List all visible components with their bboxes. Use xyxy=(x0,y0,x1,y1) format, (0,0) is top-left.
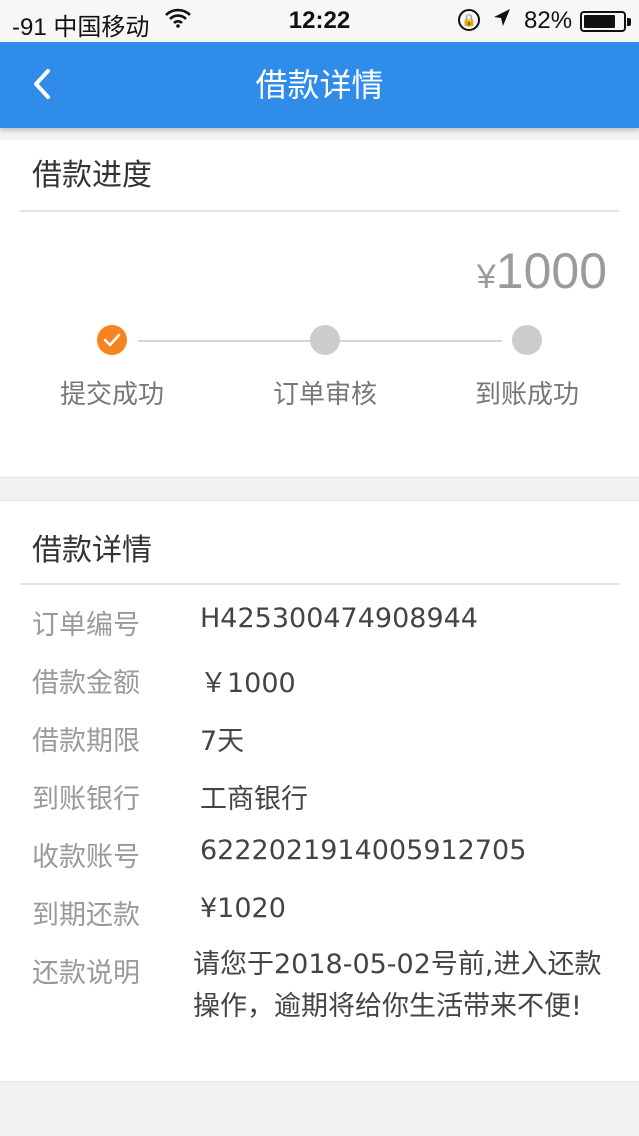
detail-value: 7天 xyxy=(200,726,245,757)
step-label-review: 订单审核 xyxy=(272,380,377,410)
detail-label: 到期还款 xyxy=(32,900,140,931)
details-section-title: 借款详情 xyxy=(32,533,152,568)
detail-value: ¥1020 xyxy=(200,893,286,924)
battery-percent: 82% xyxy=(524,7,573,34)
nav-bar: 借款详情 xyxy=(0,42,639,128)
step-connector-2 xyxy=(340,340,502,342)
detail-label: 借款期限 xyxy=(32,726,140,757)
battery-level xyxy=(584,15,615,28)
progress-divider xyxy=(20,210,619,212)
page-title: 借款详情 xyxy=(255,66,384,104)
details-divider xyxy=(20,583,619,585)
step-dot-received xyxy=(512,325,542,355)
detail-value: 6222021914005912705 xyxy=(200,835,527,866)
battery-icon xyxy=(580,11,631,32)
loan-details-card: 借款详情 订单编号 H425300474908944 借款金额 ￥1000 借款… xyxy=(0,500,639,1082)
repayment-note-text: 请您于2018-05-02号前,进入还款操作，逾期将给你生活带来不便! xyxy=(193,949,602,1022)
detail-value: ￥1000 xyxy=(200,668,296,699)
detail-value: H425300474908944 xyxy=(200,603,478,634)
step-dot-review xyxy=(310,325,340,355)
step-label-submitted: 提交成功 xyxy=(59,380,164,410)
step-label-received: 到账成功 xyxy=(474,380,579,410)
status-bar: -91 中国移动 12:22 🔒 82% xyxy=(0,0,639,42)
amount-currency: ¥ xyxy=(476,258,496,296)
detail-label: 还款说明 xyxy=(32,958,140,989)
step-connector-1 xyxy=(138,340,310,342)
location-arrow-icon xyxy=(492,6,512,36)
amount-value: 1000 xyxy=(495,243,607,299)
progress-section-title: 借款进度 xyxy=(32,158,152,193)
rotation-lock-icon: 🔒 xyxy=(458,9,480,31)
detail-label: 借款金额 xyxy=(32,668,140,699)
battery-nub xyxy=(627,18,631,26)
detail-label: 到账银行 xyxy=(32,784,140,815)
detail-label: 订单编号 xyxy=(32,610,140,641)
loan-progress-card: 借款进度 ¥1000 提交成功 订单审核 到账成功 xyxy=(0,140,639,478)
loan-amount: ¥1000 xyxy=(477,242,607,300)
detail-label: 收款账号 xyxy=(32,842,140,873)
checkmark-icon xyxy=(103,333,121,347)
step-dot-submitted xyxy=(97,325,127,355)
detail-value: 工商银行 xyxy=(200,784,308,815)
